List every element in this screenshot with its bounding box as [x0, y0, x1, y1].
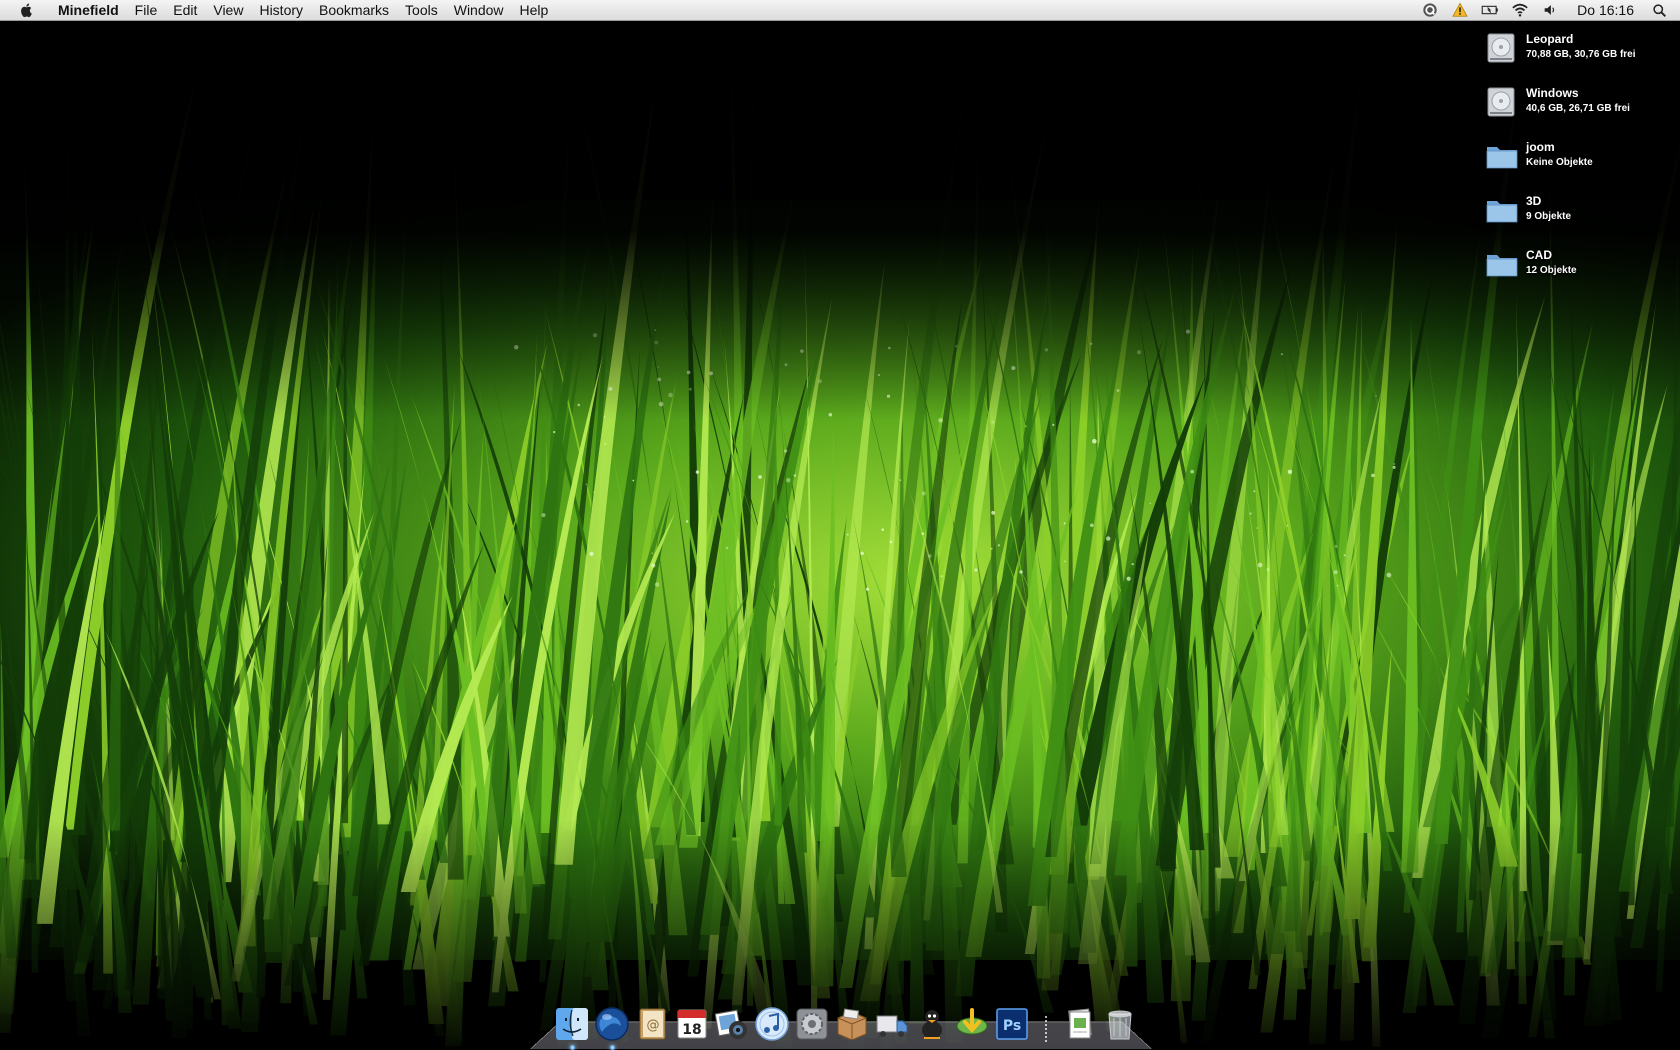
warning-icon[interactable]	[1451, 1, 1469, 19]
menu-bar: Minefield File Edit View History Bookmar…	[0, 0, 1680, 21]
desktop-item-info: 12 Objekte	[1526, 265, 1577, 276]
desktop-item-info: 70,88 GB, 30,76 GB frei	[1526, 49, 1636, 60]
desktop-item-name: Windows	[1526, 86, 1579, 100]
trash-icon[interactable]	[1102, 1006, 1138, 1042]
desktop-item-info: 40,6 GB, 26,71 GB frei	[1526, 103, 1630, 114]
volume-icon[interactable]	[1541, 1, 1559, 19]
menu-bookmarks[interactable]: Bookmarks	[311, 0, 397, 21]
finder-icon[interactable]	[554, 1006, 590, 1050]
menu-edit[interactable]: Edit	[165, 0, 205, 21]
desktop-item-name: joom	[1526, 140, 1555, 154]
menu-help[interactable]: Help	[512, 0, 557, 21]
ical-icon[interactable]: 18	[674, 1006, 710, 1042]
menu-window[interactable]: Window	[446, 0, 512, 21]
folder-icon	[1486, 147, 1518, 169]
desktop-wallpaper-grass	[0, 0, 1680, 1050]
photoshop-label: Ps	[1003, 1018, 1021, 1034]
itunes-icon[interactable]	[754, 1006, 790, 1042]
desktop-item-leopard[interactable]: Leopard 70,88 GB, 30,76 GB frei	[1484, 28, 1674, 82]
system-preferences-icon[interactable]	[794, 1006, 830, 1042]
folder-icon	[1486, 255, 1518, 277]
package-icon[interactable]	[834, 1006, 870, 1042]
document-stack-icon[interactable]	[1062, 1006, 1098, 1042]
menu-file[interactable]: File	[127, 0, 166, 21]
desktop-item-joom[interactable]: joom Keine Objekte	[1484, 136, 1674, 190]
running-indicator	[609, 1045, 615, 1050]
wifi-icon[interactable]	[1511, 1, 1529, 19]
menu-clock[interactable]: Do 16:16	[1565, 0, 1644, 21]
desktop-item-info: Keine Objekte	[1526, 157, 1593, 168]
running-indicator	[569, 1045, 575, 1050]
photoshop-icon[interactable]: Ps	[994, 1006, 1030, 1042]
desktop-item-name: CAD	[1526, 248, 1552, 262]
ical-date-label: 18	[682, 1022, 701, 1038]
hard-disk-icon	[1487, 33, 1515, 63]
desktop-item-name: 3D	[1526, 194, 1542, 208]
spotlight-search-icon[interactable]	[1650, 1, 1668, 19]
dock-separator	[1042, 1006, 1050, 1042]
apple-menu-icon[interactable]	[18, 1, 36, 19]
address-book-icon[interactable]: @	[634, 1006, 670, 1042]
menu-app-name[interactable]: Minefield	[50, 0, 127, 21]
desktop-item-cad[interactable]: CAD 12 Objekte	[1484, 244, 1674, 298]
svg-text:@: @	[647, 1018, 660, 1033]
hard-disk-icon	[1487, 87, 1515, 117]
iphoto-icon[interactable]	[714, 1006, 750, 1042]
cyberduck-download-icon[interactable]	[954, 1006, 990, 1042]
menu-tools[interactable]: Tools	[397, 0, 446, 21]
adium-duck-icon[interactable]	[914, 1006, 950, 1042]
menu-view[interactable]: View	[205, 0, 251, 21]
quicksilver-icon[interactable]	[1421, 1, 1439, 19]
menu-extras: Do 16:16	[1415, 0, 1680, 21]
dock: @ 18 Ps	[552, 996, 1140, 1050]
desktop-item-name: Leopard	[1526, 32, 1574, 46]
desktop-item-3d[interactable]: 3D 9 Objekte	[1484, 190, 1674, 244]
desktop-icons: Leopard 70,88 GB, 30,76 GB frei Windows …	[1484, 28, 1674, 298]
folder-icon	[1486, 201, 1518, 223]
battery-icon[interactable]	[1481, 1, 1499, 19]
menu-history[interactable]: History	[251, 0, 311, 21]
desktop-item-windows[interactable]: Windows 40,6 GB, 26,71 GB frei	[1484, 82, 1674, 136]
transmit-truck-icon[interactable]	[874, 1006, 910, 1042]
firefox-minefield-icon[interactable]	[594, 1006, 630, 1050]
desktop-item-info: 9 Objekte	[1526, 211, 1572, 222]
